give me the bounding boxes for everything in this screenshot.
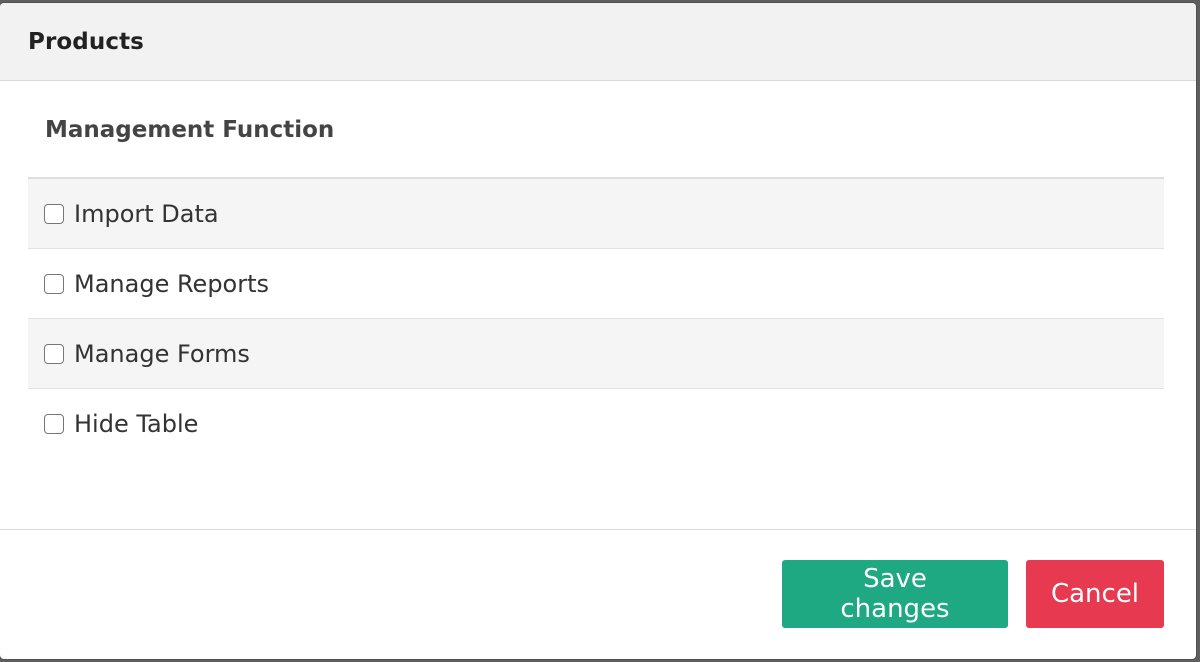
manage-reports-checkbox[interactable]	[44, 273, 64, 294]
function-list: Import Data Manage Reports Manage Forms …	[28, 179, 1164, 459]
import-data-label[interactable]: Import Data	[74, 200, 219, 228]
modal-title: Products	[28, 28, 144, 55]
manage-forms-label[interactable]: Manage Forms	[74, 340, 250, 368]
hide-table-label[interactable]: Hide Table	[74, 410, 198, 438]
list-item-manage-reports[interactable]: Manage Reports	[28, 249, 1164, 319]
modal-body: Management Function Import Data Manage R…	[0, 81, 1196, 530]
list-item-import-data[interactable]: Import Data	[28, 179, 1164, 249]
hide-table-checkbox[interactable]	[44, 414, 64, 434]
list-item-hide-table[interactable]: Hide Table	[28, 389, 1164, 459]
products-modal: Products Management Function Import Data…	[0, 3, 1196, 659]
section-heading: Management Function	[28, 115, 1164, 179]
modal-footer: Save changes Cancel	[0, 530, 1196, 658]
import-data-checkbox[interactable]	[44, 203, 64, 224]
list-item-manage-forms[interactable]: Manage Forms	[28, 319, 1164, 389]
manage-reports-label[interactable]: Manage Reports	[74, 270, 269, 298]
save-changes-button[interactable]: Save changes	[782, 560, 1008, 628]
manage-forms-checkbox[interactable]	[44, 343, 64, 364]
modal-header: Products	[0, 3, 1196, 81]
cancel-button[interactable]: Cancel	[1026, 560, 1164, 628]
